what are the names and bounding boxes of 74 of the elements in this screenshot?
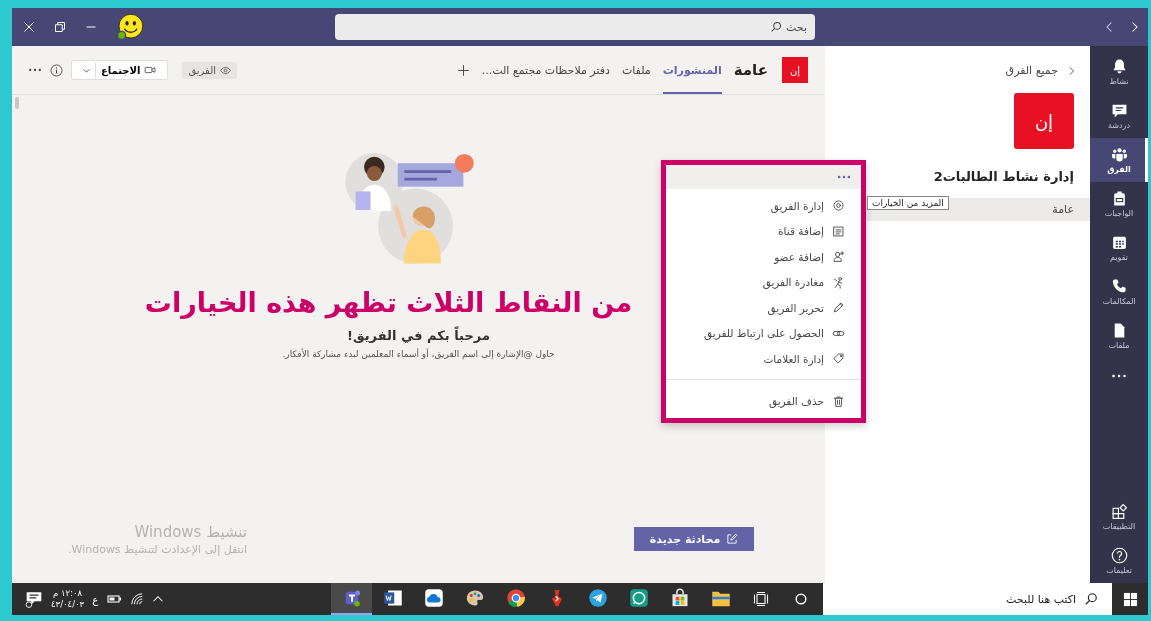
browser-icon[interactable] [505, 588, 526, 608]
team-visibility-badge: الفريق [182, 61, 237, 79]
circle-icon[interactable] [793, 592, 808, 606]
eye-icon [220, 64, 231, 76]
menu-item[interactable]: تحرير الفريق [666, 295, 861, 321]
welcome-hint: حاول @الإشارة إلى اسم الفريق، أو أسماء المعلمين لبدء مشاركة الأفكار. [282, 349, 555, 359]
phone-icon [1110, 278, 1128, 295]
app-bar-item[interactable]: الواجبات [1090, 182, 1148, 226]
add-tab-icon[interactable] [456, 63, 470, 77]
scrollbar-thumb[interactable] [15, 97, 19, 109]
notification-icon[interactable] [25, 590, 43, 608]
trash-icon [832, 394, 845, 408]
close-icon[interactable] [23, 21, 35, 33]
chat-bubble-icon [1110, 102, 1128, 119]
clock-date[interactable]: ٤٣/٠٤/٠٣ [51, 599, 85, 610]
channel-tab[interactable]: ملفات [621, 46, 651, 94]
search-field[interactable]: بحث [335, 14, 815, 40]
chat-bubble-icon[interactable] [628, 588, 649, 608]
info-icon[interactable] [50, 63, 63, 77]
task-view-icon[interactable] [753, 591, 770, 607]
document-app-icon[interactable] [382, 588, 403, 608]
new-conversation-button[interactable]: محادثة جديدة [634, 527, 754, 551]
clock-time[interactable]: ١٢:٠٨ م [51, 588, 85, 599]
search-icon [1084, 592, 1099, 606]
cloud-icon[interactable] [423, 588, 444, 608]
channel-title: عامة [733, 61, 768, 79]
palette-icon[interactable] [464, 588, 485, 608]
team-avatar: إن [782, 57, 808, 83]
apps-icon [1110, 503, 1128, 520]
people-icon [1110, 146, 1128, 163]
channel-tab[interactable]: المنشورات [662, 46, 722, 94]
activation-message: انتقل إلى الإعدادت لتنشيط Windows. [68, 543, 248, 556]
app-bar-item[interactable]: التطبيقات [1090, 495, 1148, 539]
meeting-button[interactable]: الاجتماع [71, 60, 169, 80]
taskbar-search-field[interactable]: اكتب هنا للبحث [822, 583, 1113, 615]
gear-icon [832, 199, 845, 213]
language-indicator[interactable]: ع [92, 593, 99, 605]
menu-item[interactable]: الحصول على ارتباط للفريق [666, 320, 861, 346]
help-icon [1110, 547, 1128, 564]
app-bar-item[interactable]: المكالمات [1090, 270, 1148, 314]
paper-plane-icon[interactable] [587, 588, 608, 608]
menu-item[interactable]: إضافة عضو [666, 244, 861, 270]
search-icon [770, 21, 783, 33]
windows-logo-icon[interactable] [1122, 591, 1138, 607]
app-bar-item[interactable]: تعليمات [1090, 539, 1148, 583]
menu-item[interactable]: إضافة قناة [666, 218, 861, 244]
channel-tab[interactable]: دفتر ملاحظات مجتمع الت... [481, 46, 610, 94]
compose-icon [726, 533, 739, 545]
team-name: إدارة نشاط الطالبات2 [933, 169, 1074, 184]
tooltip: المزيد من الخيارات [867, 196, 949, 210]
all-teams-link[interactable]: جميع الفرق [825, 46, 1090, 77]
team-avatar: إن [1014, 93, 1074, 149]
people-leaving-icon [832, 275, 845, 289]
menu-item[interactable]: مغادرة الفريق [666, 269, 861, 295]
person-add-icon [832, 250, 845, 264]
pencil-icon [832, 301, 845, 315]
app-bar-item[interactable]: تقويم [1090, 226, 1148, 270]
app-bar-item[interactable]: ملفات [1090, 314, 1148, 358]
activation-title: تنشيط Windows [133, 523, 248, 541]
menu-item[interactable]: حذف الفريق [666, 388, 861, 414]
app-bar-item[interactable]: دردشة [1090, 94, 1148, 138]
annotation-text: من النقاط الثلاث تظهر هذه الخيارات [144, 287, 633, 318]
restore-icon[interactable] [54, 21, 66, 33]
app-bar-item[interactable]: الفرق [1090, 138, 1148, 182]
chevron-back-icon [1066, 65, 1076, 76]
smiley-avatar-icon[interactable] [116, 13, 144, 41]
wifi-icon[interactable] [130, 592, 145, 606]
menu-item[interactable]: إدارة العلامات [666, 346, 861, 372]
video-camera-icon [144, 64, 157, 76]
app-bar-item[interactable]: نشاط [1090, 50, 1148, 94]
list-icon [832, 224, 845, 238]
tag-icon [832, 352, 845, 366]
welcome-title: مرحباً بكم في الفريق! [347, 328, 490, 343]
calendar-icon [1110, 234, 1128, 251]
